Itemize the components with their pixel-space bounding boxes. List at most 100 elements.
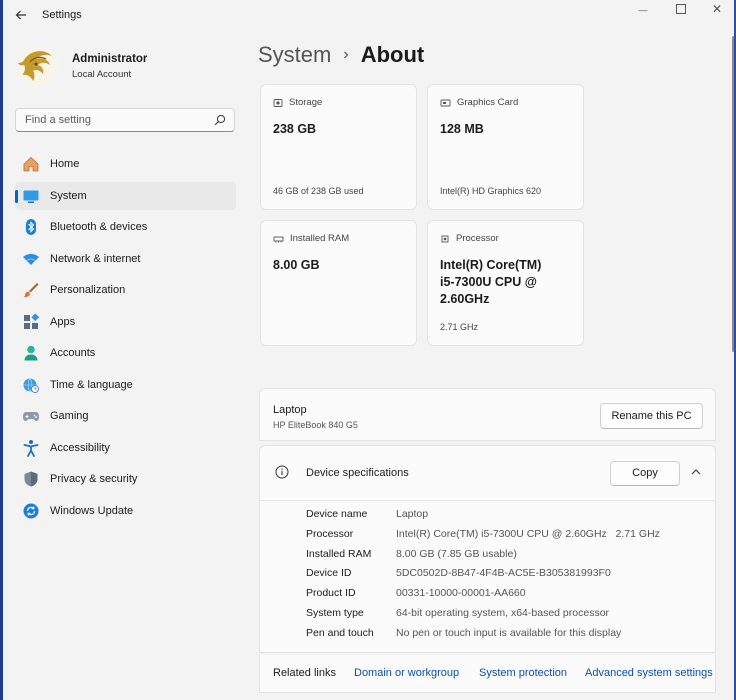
minimize-icon: — (638, 5, 648, 15)
advanced-system-settings-link[interactable]: Advanced system settings (585, 667, 713, 679)
avatar-image-icon (17, 45, 59, 87)
search-input[interactable] (23, 113, 207, 127)
globe-clock-icon (22, 376, 40, 394)
domain-workgroup-link[interactable]: Domain or workgroup (354, 667, 459, 679)
spec-value: Intel(R) Core(TM) i5-7300U CPU @ 2.60GHz… (396, 527, 660, 540)
ram-value: 8.00 GB (273, 258, 320, 272)
spec-value: No pen or touch input is available for t… (396, 626, 622, 639)
sidebar-nav: Home System Bluetooth & devices Network … (15, 150, 236, 528)
system-protection-link[interactable]: System protection (479, 667, 567, 679)
sidebar-item-label: Accounts (50, 347, 96, 359)
processor-label: Processor (456, 233, 499, 244)
sidebar-item-accounts[interactable]: Accounts (15, 339, 236, 367)
spec-value: Laptop (396, 508, 429, 520)
processor-detail: 2.71 GHz (440, 322, 479, 332)
rename-pc-button[interactable]: Rename this PC (600, 403, 703, 429)
graphics-card[interactable]: Graphics Card 128 MB Intel(R) HD Graphic… (427, 84, 584, 210)
sidebar-item-label: Windows Update (50, 504, 134, 517)
copy-button[interactable]: Copy (610, 461, 680, 486)
sidebar-item-gaming[interactable]: Gaming (15, 402, 236, 430)
person-icon (22, 344, 40, 362)
spec-value: 64-bit operating system, x64-based proce… (396, 606, 610, 619)
page-title: About (360, 42, 425, 67)
storage-label: Storage (289, 97, 323, 108)
desktop-edge-left (0, 0, 3, 700)
sidebar-item-bluetooth[interactable]: Bluetooth & devices (15, 213, 236, 241)
sidebar-item-network[interactable]: Network & internet (15, 245, 236, 273)
storage-value: 238 GB (273, 122, 317, 136)
maximize-icon (676, 4, 686, 14)
breadcrumb-separator: › (343, 46, 349, 63)
close-button[interactable]: ✕ (700, 0, 734, 20)
sidebar-item-label: Personalization (50, 284, 126, 296)
arrow-left-icon (15, 10, 26, 20)
spec-row: System type 64-bit operating system, x64-… (306, 607, 660, 627)
device-name: Laptop (273, 404, 307, 416)
sidebar-item-label: System (50, 189, 87, 202)
sidebar-item-accessibility[interactable]: Accessibility (15, 434, 236, 462)
spec-row: Pen and touch No pen or touch input is av… (306, 627, 660, 647)
device-name-card: Laptop HP EliteBook 840 G5 Rename this P… (259, 388, 716, 441)
storage-card[interactable]: Storage 238 GB 46 GB of 238 GB used (260, 84, 417, 210)
sidebar-item-label: Privacy & security (50, 473, 138, 485)
sidebar-item-label: Accessibility (50, 441, 110, 454)
user-name: Administrator (72, 53, 148, 65)
title-bar: Settings — ✕ (0, 0, 736, 32)
search-icon (214, 114, 226, 126)
spec-row: Device ID 5DC0502D-8B47-4F4B-AC5E-B305381… (306, 567, 660, 587)
bluetooth-icon (22, 218, 40, 236)
accessibility-icon (22, 439, 40, 457)
sidebar-item-system[interactable]: System (15, 181, 236, 210)
spec-row: Product ID 00331-10000-00001-AA660 (306, 587, 660, 607)
ram-label: Installed RAM (290, 233, 350, 244)
ram-card[interactable]: Installed RAM 8.00 GB (260, 220, 417, 346)
sidebar-item-label: Time & language (50, 378, 133, 391)
storage-detail: 46 GB of 238 GB used (273, 186, 364, 196)
search-box[interactable] (15, 108, 235, 132)
app-title: Settings (42, 9, 82, 21)
spec-list: Device name Laptop Processor Intel(R) Core… (306, 508, 660, 647)
sidebar-item-time-language[interactable]: Time & language (15, 371, 236, 399)
close-icon: ✕ (711, 2, 723, 16)
processor-card[interactable]: Processor Intel(R) Core(TM) i5-7300U CPU… (427, 220, 584, 346)
update-icon (22, 502, 40, 520)
spec-key: Product ID (306, 587, 356, 600)
home-icon (22, 155, 40, 173)
spec-value: 5DC0502D-8B47-4F4B-AC5E-B305381993F0 (396, 567, 611, 580)
graphics-detail: Intel(R) HD Graphics 620 (440, 186, 542, 196)
info-icon (275, 465, 289, 479)
processor-value-line: i5-7300U CPU @ (440, 275, 537, 289)
sidebar-item-personalization[interactable]: Personalization (15, 276, 236, 304)
device-specifications-header[interactable]: Device specifications Copy (260, 446, 715, 501)
spec-key: Device name (306, 508, 368, 520)
spec-row: Device name Laptop (306, 508, 660, 528)
spec-key: Processor (306, 527, 354, 540)
brush-icon (22, 281, 40, 299)
breadcrumb: System › About (258, 42, 424, 68)
back-button[interactable] (10, 6, 32, 26)
sidebar-item-privacy[interactable]: Privacy & security (15, 465, 236, 493)
maximize-button[interactable] (664, 0, 698, 20)
sidebar-item-windows-update[interactable]: Windows Update (15, 497, 236, 525)
shield-icon (22, 470, 40, 488)
minimize-button[interactable]: — (626, 0, 660, 20)
spec-row: Processor Intel(R) Core(TM) i5-7300U CPU … (306, 528, 660, 548)
processor-value-line: 2.60GHz (440, 292, 490, 306)
ram-icon (273, 236, 284, 242)
account-type: Local Account (72, 69, 132, 80)
processor-icon (441, 235, 449, 242)
sidebar-item-label: Home (50, 158, 80, 170)
graphics-value: 128 MB (440, 122, 484, 136)
graphics-label: Graphics Card (457, 97, 519, 108)
chevron-up-icon[interactable] (691, 468, 701, 476)
spec-key: Installed RAM (306, 547, 372, 560)
spec-value: 00331-10000-00001-AA660 (396, 587, 526, 600)
spec-key: System type (306, 606, 364, 619)
sidebar-item-home[interactable]: Home (15, 150, 236, 178)
device-model: HP EliteBook 840 G5 (273, 420, 358, 430)
avatar[interactable] (16, 44, 60, 88)
processor-value-line: Intel(R) Core(TM) (440, 258, 542, 272)
sidebar-item-apps[interactable]: Apps (15, 308, 236, 336)
apps-icon (22, 312, 40, 331)
breadcrumb-parent[interactable]: System (258, 42, 331, 67)
